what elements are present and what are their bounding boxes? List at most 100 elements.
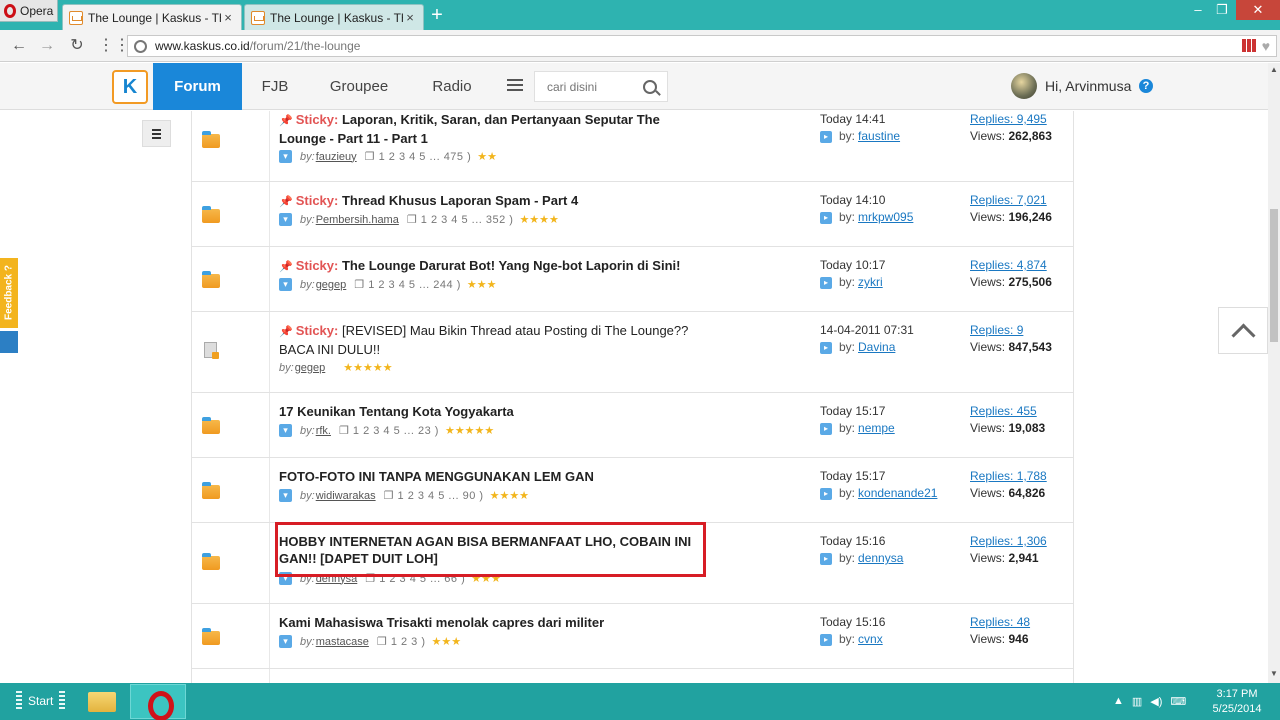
nav-groupee[interactable]: Groupee: [318, 63, 400, 110]
close-window-icon[interactable]: ✕: [1236, 0, 1280, 20]
forward-icon[interactable]: →: [38, 37, 56, 55]
scroll-up-icon[interactable]: ▲: [1269, 65, 1279, 75]
thread-title-text[interactable]: The Lounge Darurat Bot! Yang Nge-bot Lap…: [342, 258, 680, 273]
avatar[interactable]: [1011, 73, 1037, 99]
tab-close-icon[interactable]: ×: [221, 10, 235, 25]
expand-chevron-icon[interactable]: ▾: [279, 278, 292, 291]
pages-text[interactable]: 1 2 3 4 5 ... 23 ): [353, 425, 439, 437]
thread-title-text[interactable]: Kami Mahasiswa Trisakti menolak capres d…: [279, 615, 604, 630]
system-clock[interactable]: 3:17 PM 5/25/2014: [1201, 687, 1273, 717]
speed-dial-icon[interactable]: ⋮⋮: [98, 37, 130, 55]
network-icon[interactable]: ▥: [1132, 695, 1142, 708]
opera-menu-button[interactable]: Opera: [0, 0, 58, 22]
maximize-icon[interactable]: ❐: [1210, 0, 1234, 20]
pages-text[interactable]: 1 2 3 4 5 ... 352 ): [421, 214, 514, 226]
browser-tab[interactable]: The Lounge | Kaskus - The ×: [244, 4, 424, 30]
last-post-user-link[interactable]: cvnx: [858, 631, 883, 648]
menu-hamburger-icon[interactable]: [507, 79, 523, 93]
reload-icon[interactable]: ↻: [68, 37, 86, 55]
author-link[interactable]: widiwarakas: [316, 490, 376, 502]
feedback-tab[interactable]: Feedback ?: [0, 258, 18, 328]
page-links[interactable]: ❐ 1 2 3 4 5 ... 244 ): [354, 278, 461, 291]
help-icon[interactable]: ?: [1139, 79, 1153, 93]
thread-row[interactable]: 📌 Sticky: Laporan, Kritik, Saran, dan Per…: [192, 111, 1073, 182]
thread-row[interactable]: 📌 Sticky: [REVISED] Mau Bikin Thread atau…: [192, 312, 1073, 393]
list-view-toggle-icon[interactable]: [142, 120, 171, 147]
nav-radio[interactable]: Radio: [420, 63, 484, 110]
thread-title-text[interactable]: FOTO-FOTO INI TANPA MENGGUNAKAN LEM GAN: [279, 469, 594, 484]
replies-link[interactable]: Replies: 9,495: [970, 111, 1052, 128]
author-link[interactable]: rfk.: [316, 425, 331, 437]
last-post-user-link[interactable]: mrkpw095: [858, 209, 913, 226]
go-to-post-icon[interactable]: ▸: [820, 487, 832, 500]
thread-title[interactable]: 17 Keunikan Tentang Kota Yogyakarta: [279, 403, 704, 420]
author-link[interactable]: gegep: [295, 362, 326, 374]
thread-row[interactable]: FOTO-FOTO INI TANPA MENGGUNAKAN LEM GAN …: [192, 458, 1073, 523]
page-scrollbar[interactable]: ▲ ▼: [1268, 63, 1280, 683]
pages-text[interactable]: 1 2 3 4 5 ... 244 ): [368, 279, 461, 291]
go-to-post-icon[interactable]: ▸: [820, 211, 832, 224]
thread-title-text[interactable]: [REVISED] Mau Bikin Thread atau Posting …: [279, 323, 688, 357]
go-to-post-icon[interactable]: ▸: [820, 130, 832, 143]
last-post-user-link[interactable]: zykri: [858, 274, 883, 291]
scroll-down-icon[interactable]: ▼: [1269, 669, 1279, 679]
replies-link[interactable]: Replies: 1,788: [970, 468, 1047, 485]
last-post-user-link[interactable]: faustine: [858, 128, 900, 145]
replies-link[interactable]: Replies: 4,874: [970, 257, 1052, 274]
nav-fjb[interactable]: FJB: [250, 63, 300, 110]
pages-text[interactable]: 1 2 3 4 5 ... 475 ): [379, 151, 472, 163]
expand-chevron-icon[interactable]: ▾: [279, 150, 292, 163]
author-link[interactable]: fauzieuy: [316, 151, 357, 163]
back-icon[interactable]: ←: [10, 37, 28, 55]
thread-title-text[interactable]: 17 Keunikan Tentang Kota Yogyakarta: [279, 404, 514, 419]
go-to-post-icon[interactable]: ▸: [820, 341, 832, 354]
page-links[interactable]: ❐ 1 2 3 ): [377, 635, 426, 648]
volume-icon[interactable]: ◀): [1150, 695, 1162, 708]
thread-row[interactable]: 📌 Sticky: Thread Khusus Laporan Spam - Pa…: [192, 182, 1073, 247]
last-post-user-link[interactable]: Davina: [858, 339, 895, 356]
replies-link[interactable]: Replies: 7,021: [970, 192, 1052, 209]
expand-chevron-icon[interactable]: ▾: [279, 424, 292, 437]
last-post-user-link[interactable]: nempe: [858, 420, 895, 437]
keyboard-icon[interactable]: ⌨: [1170, 695, 1186, 708]
tab-close-icon[interactable]: ×: [403, 10, 417, 25]
page-links[interactable]: ❐ 1 2 3 4 5 ... 23 ): [339, 424, 439, 437]
scrollbar-thumb[interactable]: [1270, 209, 1278, 342]
url-field[interactable]: www.kaskus.co.id /forum/21/the-lounge ♥: [127, 35, 1277, 57]
back-to-top-button[interactable]: [1218, 307, 1268, 354]
thread-title[interactable]: FOTO-FOTO INI TANPA MENGGUNAKAN LEM GAN: [279, 468, 704, 485]
pages-text[interactable]: 1 2 3 4 5 ... 90 ): [398, 490, 484, 502]
extensions-grid-icon[interactable]: [1241, 39, 1256, 52]
go-to-post-icon[interactable]: ▸: [820, 633, 832, 646]
thread-row[interactable]: 📌 Sticky: The Lounge Darurat Bot! Yang Ng…: [192, 247, 1073, 312]
page-links[interactable]: ❐ 1 2 3 4 5 ... 90 ): [384, 489, 484, 502]
thread-title[interactable]: 📌 Sticky: [REVISED] Mau Bikin Thread atau…: [279, 322, 704, 358]
last-post-user-link[interactable]: dennysa: [858, 550, 903, 567]
opera-taskbar-icon[interactable]: [130, 684, 186, 720]
search-input[interactable]: [535, 79, 635, 94]
search-icon[interactable]: [643, 79, 657, 94]
bookmark-heart-icon[interactable]: ♥: [1262, 39, 1270, 53]
thread-row[interactable]: [192, 669, 1073, 683]
user-greeting[interactable]: Hi, Arvinmusa: [1045, 63, 1131, 110]
start-button[interactable]: Start: [10, 691, 71, 711]
page-links[interactable]: ❐ 1 2 3 4 5 ... 352 ): [407, 213, 514, 226]
author-link[interactable]: mastacase: [316, 636, 369, 648]
expand-chevron-icon[interactable]: ▾: [279, 213, 292, 226]
thread-title[interactable]: Kami Mahasiswa Trisakti menolak capres d…: [279, 614, 704, 631]
author-link[interactable]: Pembersih.hama: [316, 214, 399, 226]
page-links[interactable]: ❐ 1 2 3 4 5 ... 475 ): [365, 150, 472, 163]
go-to-post-icon[interactable]: ▸: [820, 276, 832, 289]
kaskus-logo[interactable]: K: [112, 70, 148, 104]
new-tab-button[interactable]: +: [427, 5, 447, 25]
go-to-post-icon[interactable]: ▸: [820, 422, 832, 435]
nav-forum[interactable]: Forum: [153, 63, 242, 110]
replies-link[interactable]: Replies: 1,306: [970, 533, 1047, 550]
replies-link[interactable]: Replies: 455: [970, 403, 1045, 420]
file-explorer-icon[interactable]: [74, 684, 130, 719]
author-link[interactable]: gegep: [316, 279, 347, 291]
minimize-icon[interactable]: –: [1186, 0, 1210, 20]
tray-arrow-icon[interactable]: ▲: [1113, 695, 1124, 708]
replies-link[interactable]: Replies: 9: [970, 322, 1052, 339]
feedback-user-icon[interactable]: [0, 331, 18, 353]
